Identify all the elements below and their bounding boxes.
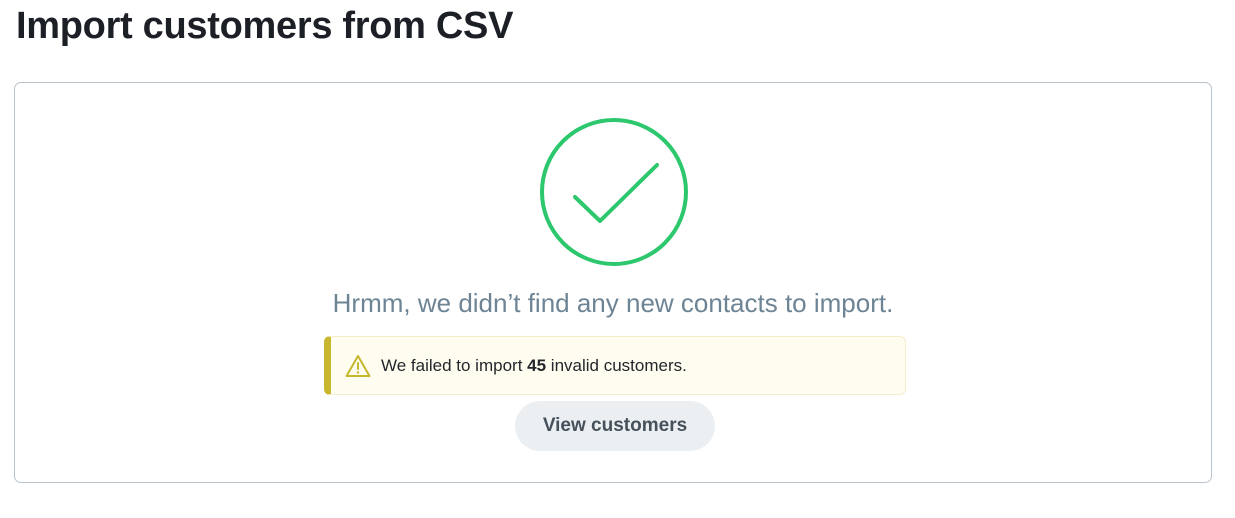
check-circle-icon: [539, 117, 689, 267]
page-title: Import customers from CSV: [16, 5, 514, 47]
warning-text: We failed to import 45 invalid customers…: [381, 356, 687, 376]
view-customers-button[interactable]: View customers: [515, 401, 715, 451]
result-message: Hrmm, we didn’t find any new contacts to…: [332, 288, 894, 318]
warning-text-suffix: invalid customers.: [546, 355, 687, 375]
warning-text-prefix: We failed to import: [381, 355, 528, 375]
invalid-count: 45: [527, 355, 547, 375]
warning-alert: We failed to import 45 invalid customers…: [324, 336, 906, 395]
warning-triangle-icon: [345, 354, 371, 378]
import-result-card: Hrmm, we didn’t find any new contacts to…: [14, 82, 1212, 483]
